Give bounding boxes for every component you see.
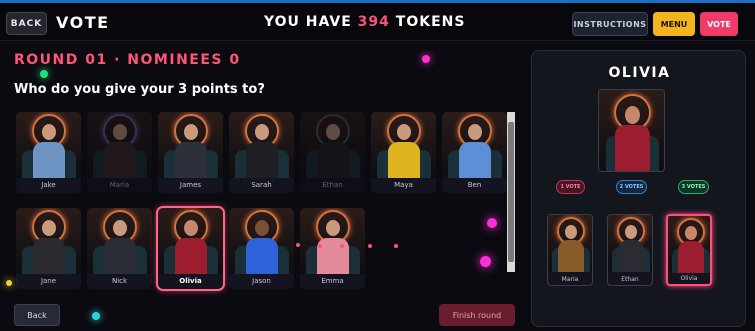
nominee-photo xyxy=(158,208,223,274)
header-bar: BACK VOTE YOU HAVE 394 TOKENS INSTRUCTIO… xyxy=(0,3,755,41)
nominee-photo xyxy=(300,208,365,274)
nominee-photo xyxy=(16,208,81,274)
vote-slot-name: Ethan xyxy=(621,276,639,283)
vote-slot-one[interactable]: Maria xyxy=(547,214,593,286)
nominee-name: Jake xyxy=(41,181,56,189)
nominee-card-james[interactable]: James xyxy=(158,112,223,193)
nominee-grid: Jake Maria James Sarah Ethan Maya Ben Ja… xyxy=(14,112,512,294)
instructions-button[interactable]: INSTRUCTIONS xyxy=(572,12,648,36)
two-votes-pill[interactable]: 2 VOTES xyxy=(616,180,647,194)
grid-scrollbar[interactable] xyxy=(507,112,515,272)
tokens-count: 394 xyxy=(357,14,390,30)
nominee-card-jason[interactable]: Jason xyxy=(229,208,294,289)
nominee-name: Emma xyxy=(321,277,344,285)
nominee-name: Maya xyxy=(394,181,413,189)
nominee-card-olivia[interactable]: Olivia xyxy=(156,206,225,291)
nominee-name: James xyxy=(179,181,202,189)
glow-particle xyxy=(40,70,48,78)
vote-slot-name: Olivia xyxy=(680,275,698,282)
nominee-name: Sarah xyxy=(251,181,272,189)
one-vote-pill[interactable]: 1 VOTE xyxy=(556,180,585,194)
nominee-photo xyxy=(87,208,152,274)
vote-button[interactable]: VOTE xyxy=(700,12,738,36)
glow-particle xyxy=(422,55,430,63)
glow-particle xyxy=(92,312,100,320)
finish-round-button[interactable]: Finish round xyxy=(439,304,515,326)
glow-particle xyxy=(318,244,322,248)
nominee-name: Jason xyxy=(252,277,271,285)
scrollbar-thumb[interactable] xyxy=(508,122,514,262)
glow-particle xyxy=(340,244,344,248)
nominee-photo xyxy=(300,112,365,178)
vote-question: Who do you give your 3 points to? xyxy=(14,82,265,97)
nominee-name: Olivia xyxy=(179,277,202,285)
nominee-card-maya[interactable]: Maya xyxy=(371,112,436,193)
nominee-name: Nick xyxy=(111,277,128,285)
nominee-name: Jane xyxy=(40,277,57,285)
menu-button[interactable]: MENU xyxy=(653,12,695,36)
nominee-card-jane[interactable]: Jane xyxy=(16,208,81,289)
selected-nominee-photo xyxy=(598,89,665,172)
glow-particle xyxy=(394,244,398,248)
glow-particle xyxy=(480,256,491,267)
tokens-prefix: YOU HAVE xyxy=(264,14,352,30)
nominee-name: Maria xyxy=(109,181,130,189)
tokens-suffix: TOKENS xyxy=(395,14,466,30)
page-title: VOTE xyxy=(56,13,110,32)
nominee-photo xyxy=(229,208,294,274)
nominee-card-ben[interactable]: Ben xyxy=(442,112,507,193)
glow-particle xyxy=(487,218,497,228)
round-title: ROUND 01 · NOMINEES 0 xyxy=(14,52,241,68)
nominee-card-jake[interactable]: Jake xyxy=(16,112,81,193)
selection-panel: OLIVIA 1 VOTE 2 VOTES 3 VOTES Maria Etha… xyxy=(531,50,746,327)
nominee-card-sarah[interactable]: Sarah xyxy=(229,112,294,193)
glow-particle xyxy=(368,244,372,248)
nominee-card-maria[interactable]: Maria xyxy=(87,112,152,193)
glow-particle xyxy=(6,280,12,286)
selected-nominee-name: OLIVIA xyxy=(608,65,671,81)
vote-slot-three[interactable]: Olivia xyxy=(666,214,712,286)
nominee-card-emma[interactable]: Emma xyxy=(300,208,365,289)
glow-particle xyxy=(296,243,300,247)
vote-slot-name: Maria xyxy=(561,276,579,283)
nominee-name: Ethan xyxy=(322,181,343,189)
nominee-photo xyxy=(158,112,223,178)
nominee-name: Ben xyxy=(467,181,482,189)
nominee-card-ethan[interactable]: Ethan xyxy=(300,112,365,193)
nominee-photo xyxy=(442,112,507,178)
three-votes-pill[interactable]: 3 VOTES xyxy=(678,180,709,194)
nominee-photo xyxy=(16,112,81,178)
nominee-photo xyxy=(371,112,436,178)
vote-slot-two[interactable]: Ethan xyxy=(607,214,653,286)
back-button[interactable]: Back xyxy=(14,304,60,326)
nominee-card-nick[interactable]: Nick xyxy=(87,208,152,289)
tokens-display: YOU HAVE 394 TOKENS xyxy=(264,14,465,30)
nominee-photo xyxy=(87,112,152,178)
back-button-top[interactable]: BACK xyxy=(6,12,47,35)
nominee-photo xyxy=(229,112,294,178)
